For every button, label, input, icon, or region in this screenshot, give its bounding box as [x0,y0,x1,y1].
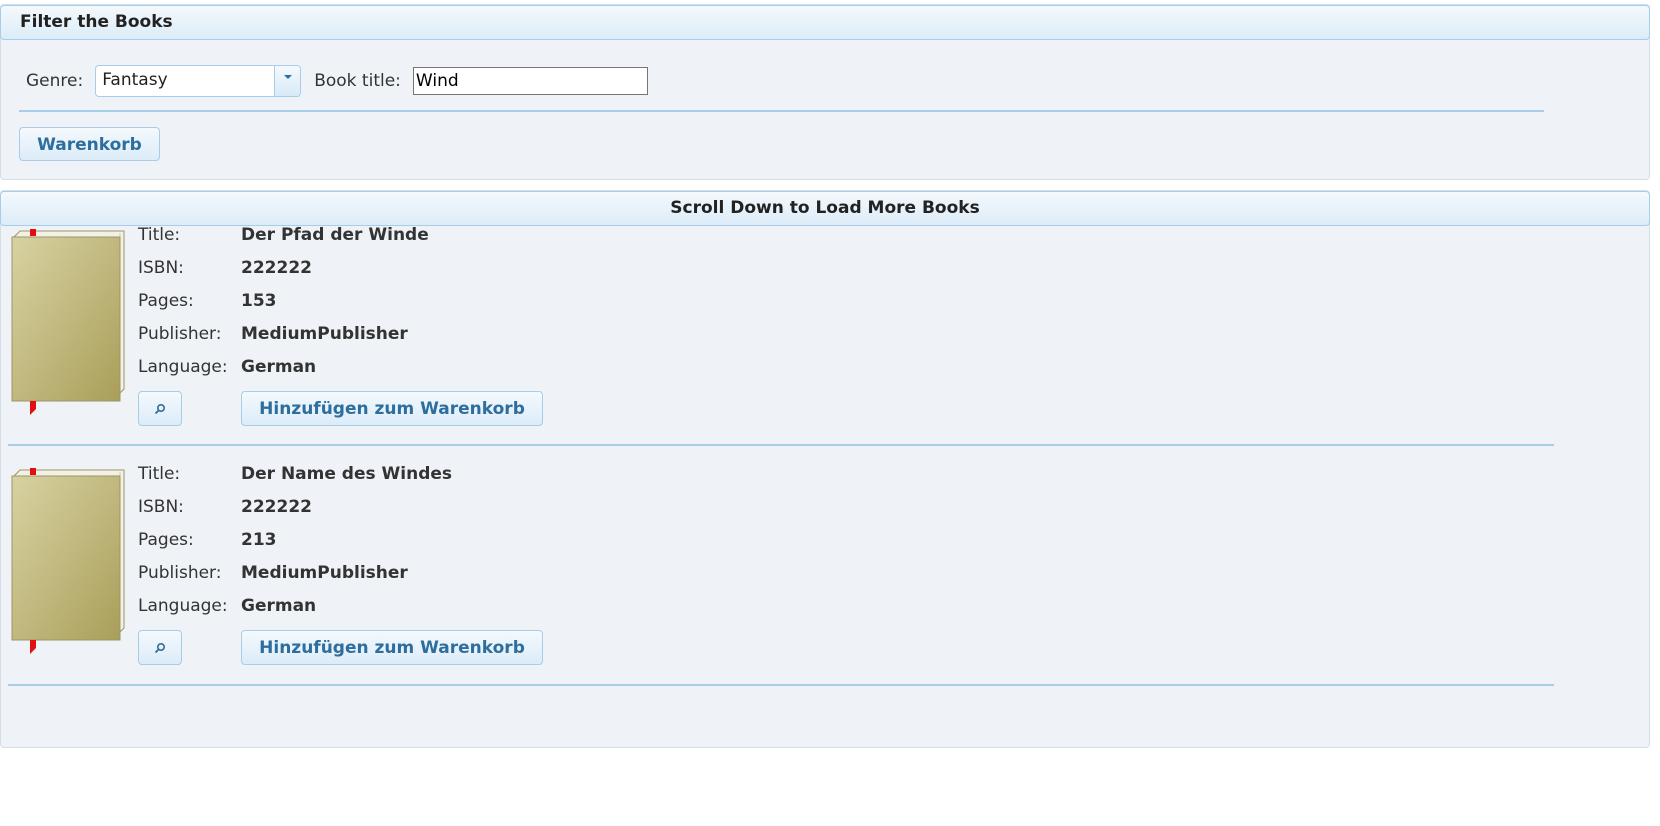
filter-row: Genre: Fantasy Book title: [26,65,648,97]
magnifier-icon [154,642,166,654]
chevron-down-icon [283,75,292,79]
magnifier-icon [154,403,166,415]
genre-dropdown[interactable]: Fantasy [95,65,302,97]
book-divider [8,444,1554,446]
filter-divider [19,110,1544,112]
genre-selected-value: Fantasy [102,70,168,90]
publisher-label: Publisher: [138,324,222,344]
isbn-label: ISBN: [138,497,184,517]
books-panel: Scroll Down to Load More Books Title: De… [0,190,1650,748]
book-pages-value: 153 [241,291,277,311]
title-label: Title: [138,464,181,484]
book-icon [11,468,125,654]
pages-label: Pages: [138,530,194,550]
filter-panel: Filter the Books Genre: Fantasy Book tit… [0,4,1650,180]
view-details-button[interactable] [138,630,182,665]
isbn-label: ISBN: [138,258,184,278]
view-details-button[interactable] [138,391,182,426]
pages-label: Pages: [138,291,194,311]
book-isbn-value: 222222 [241,258,312,278]
book-title-input[interactable] [412,67,648,95]
book-title-value: Der Pfad der Winde [241,225,429,245]
book-list-item: Title: Der Name des Windes ISBN: 222222 … [8,450,1554,690]
book-list-item: Title: Der Pfad der Winde ISBN: 222222 P… [8,211,1554,451]
filter-panel-title: Filter the Books [0,5,1650,40]
book-title-label: Book title: [314,71,401,91]
cart-button[interactable]: Warenkorb [19,127,160,161]
book-publisher-value: MediumPublisher [241,324,408,344]
book-isbn-value: 222222 [241,497,312,517]
book-pages-value: 213 [241,530,277,550]
genre-dropdown-trigger[interactable] [274,66,301,96]
add-to-cart-button[interactable]: Hinzufügen zum Warenkorb [241,630,543,665]
genre-label: Genre: [26,71,84,91]
title-label: Title: [138,225,181,245]
language-label: Language: [138,357,228,377]
book-icon [11,229,125,415]
language-label: Language: [138,596,228,616]
publisher-label: Publisher: [138,563,222,583]
book-publisher-value: MediumPublisher [241,563,408,583]
add-to-cart-button[interactable]: Hinzufügen zum Warenkorb [241,391,543,426]
book-title-value: Der Name des Windes [241,464,453,484]
book-language-value: German [241,596,317,616]
book-divider [8,684,1554,686]
book-language-value: German [241,357,317,377]
